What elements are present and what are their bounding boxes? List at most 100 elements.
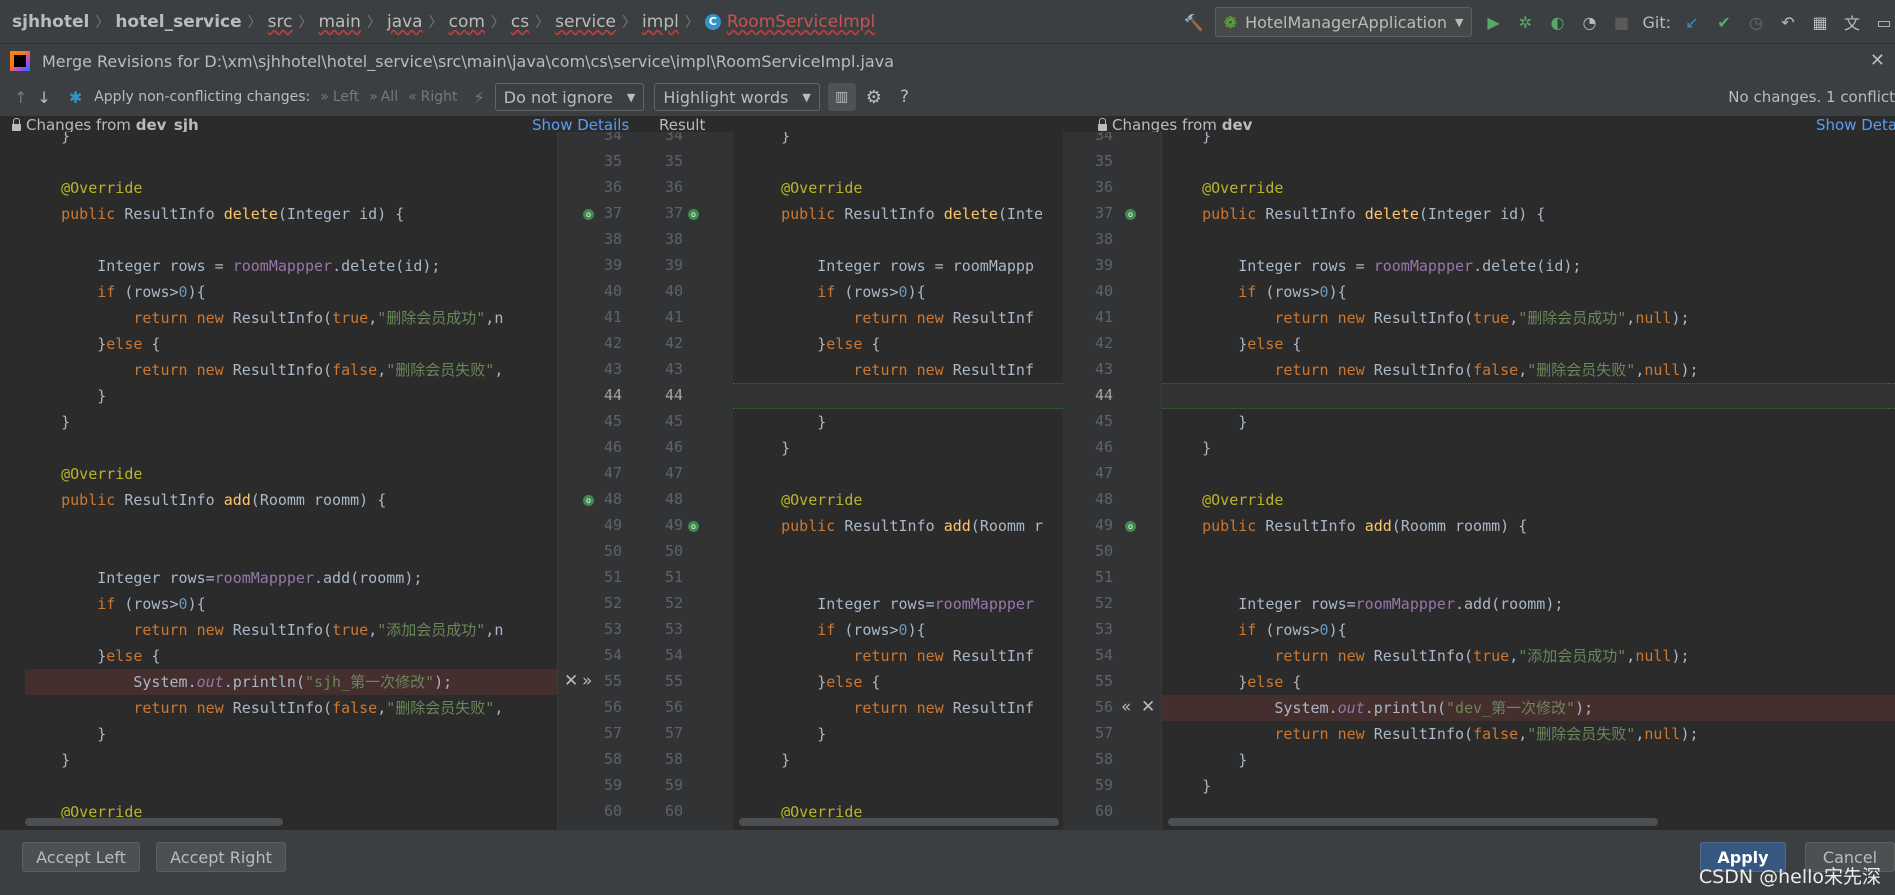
stop-icon[interactable]: ■ <box>1610 11 1632 33</box>
breadcrumb-item[interactable]: service <box>555 12 616 32</box>
rollback-icon[interactable]: ↶ <box>1777 11 1799 33</box>
chevron-right-icon: 〉 <box>247 14 262 31</box>
code-line: } <box>745 751 791 769</box>
line-number: 36 <box>664 178 683 196</box>
line-number: 59 <box>1094 776 1113 794</box>
right-horizontal-scrollbar[interactable] <box>1168 818 1658 826</box>
code-line: } <box>745 439 791 457</box>
left-code-pane[interactable]: } @Override public ResultInfo delete(Int… <box>0 132 557 830</box>
magic-resolve-icon[interactable]: ✱ <box>69 88 82 107</box>
result-horizontal-scrollbar[interactable] <box>739 818 1059 826</box>
code-line: Integer rows=roomMappper <box>817 595 1034 613</box>
code-line: if (rows>0){ <box>1238 621 1347 639</box>
ignore-whitespace-select[interactable]: Do not ignore ▼ <box>494 83 645 111</box>
code-line: if (rows>0){ <box>817 283 926 301</box>
line-number: 38 <box>664 230 683 248</box>
apply-left-button[interactable]: » Left <box>320 89 359 105</box>
code-line: System.out.println("dev_第一次修改"); <box>1274 699 1594 717</box>
code-line: if (rows>0){ <box>97 595 206 613</box>
code-line: } <box>25 132 71 145</box>
breadcrumb-item[interactable]: src <box>268 12 293 32</box>
dialog-title: Merge Revisions for D:\xm\sjhhotel\hotel… <box>42 51 895 71</box>
right-code-pane[interactable]: } @Override public ResultInfo delete(Int… <box>1162 132 1895 830</box>
close-icon[interactable]: ✕ <box>1870 50 1885 71</box>
breadcrumb-class[interactable]: RoomServiceImpl <box>727 12 875 32</box>
line-number: 41 <box>664 308 683 326</box>
left-horizontal-scrollbar[interactable] <box>25 818 283 826</box>
line-number: 60 <box>664 802 683 820</box>
line-number: 55 <box>664 672 683 690</box>
code-line: }else { <box>25 647 161 665</box>
code-line: public ResultInfo delete(Inte <box>781 205 1044 223</box>
run-icon[interactable]: ▶ <box>1482 11 1504 33</box>
debug-icon[interactable]: ✲ <box>1514 11 1536 33</box>
line-number: 56 <box>664 698 683 716</box>
git-commit-icon[interactable]: ✔ <box>1713 11 1735 33</box>
intellij-logo-icon <box>10 51 30 71</box>
code-line: return new ResultInfo(false,"删除会员失败", <box>133 361 504 379</box>
code-line: Integer rows = roomMappp <box>817 257 1034 275</box>
code-line: @Override <box>781 179 863 197</box>
magic-wand-icon[interactable]: ⚡ <box>474 88 485 107</box>
code-line: return new ResultInf <box>853 647 1034 665</box>
arrow-up-icon[interactable]: ↑ <box>14 88 27 107</box>
highlight-mode-select[interactable]: Highlight words ▼ <box>654 83 820 111</box>
accept-left-change-icon[interactable]: » <box>582 671 592 691</box>
line-number: 42 <box>664 334 683 352</box>
code-line: public ResultInfo delete(Integer id) { <box>1202 205 1546 223</box>
line-number: 47 <box>664 464 683 482</box>
line-number: 57 <box>664 724 683 742</box>
help-button[interactable]: ? <box>900 87 909 107</box>
result-code-pane[interactable]: } @Override public ResultInfo delete(Int… <box>733 132 1063 830</box>
override-marker-icon[interactable]: o <box>1125 521 1136 532</box>
code-line: } <box>1166 751 1248 769</box>
line-number: 50 <box>664 542 683 560</box>
build-hammer-icon[interactable]: 🔨 <box>1183 11 1205 33</box>
run-configuration-select[interactable]: ❁ HotelManagerApplication ▼ <box>1214 7 1473 37</box>
breadcrumb-item[interactable]: impl <box>642 12 679 32</box>
apply-all-button[interactable]: » All <box>369 89 398 105</box>
code-line: } <box>1166 413 1248 431</box>
profile-icon[interactable]: ◔ <box>1578 11 1600 33</box>
breadcrumb-item[interactable]: sjhhotel <box>12 12 89 32</box>
accept-left-button[interactable]: Accept Left <box>22 842 140 872</box>
presentation-icon[interactable]: ▭ <box>1873 11 1895 33</box>
breadcrumb-item[interactable]: com <box>449 12 485 32</box>
breadcrumb-item[interactable]: java <box>387 12 423 32</box>
override-marker-icon[interactable]: o <box>583 209 594 220</box>
apply-right-button[interactable]: «Right <box>408 89 457 105</box>
breadcrumb-item[interactable]: cs <box>511 12 529 32</box>
arrow-down-icon[interactable]: ↓ <box>37 88 50 107</box>
double-chevron-right-icon: » <box>369 89 378 105</box>
settings-gear-icon[interactable]: ⚙ <box>866 87 882 108</box>
breadcrumb-item[interactable]: hotel_service <box>115 12 241 32</box>
reject-right-change-icon[interactable]: ✕ <box>1141 697 1155 717</box>
override-marker-icon[interactable]: o <box>1125 209 1136 220</box>
line-number: 37 <box>664 204 683 222</box>
accept-right-button[interactable]: Accept Right <box>156 842 286 872</box>
code-line: Integer rows = roomMappper.delete(id); <box>97 257 441 275</box>
accept-right-change-icon[interactable]: « <box>1121 697 1131 717</box>
history-icon[interactable]: ◷ <box>1745 11 1767 33</box>
line-number: 46 <box>664 438 683 456</box>
project-structure-icon[interactable]: ▦ <box>1809 11 1831 33</box>
override-marker-icon[interactable]: o <box>688 209 699 220</box>
code-line: } <box>25 387 107 405</box>
chevron-down-icon: ▼ <box>1455 15 1464 29</box>
code-line: } <box>745 413 827 431</box>
code-line: return new ResultInf <box>853 361 1034 379</box>
git-update-icon[interactable]: ↙ <box>1681 11 1703 33</box>
override-marker-icon[interactable]: o <box>583 495 594 506</box>
coverage-icon[interactable]: ◐ <box>1546 11 1568 33</box>
line-number: 56 <box>603 698 622 716</box>
apply-right-label: Right <box>420 89 458 105</box>
line-number: 57 <box>603 724 622 742</box>
line-number: 59 <box>603 776 622 794</box>
line-number: 51 <box>1094 568 1113 586</box>
override-marker-icon[interactable]: o <box>688 521 699 532</box>
reject-left-change-icon[interactable]: ✕ <box>564 671 578 691</box>
translate-icon[interactable]: 文 <box>1841 11 1863 33</box>
git-label: Git: <box>1642 12 1671 32</box>
breadcrumb-item[interactable]: main <box>318 12 360 32</box>
sync-scroll-toggle[interactable]: ▥ <box>827 83 856 111</box>
